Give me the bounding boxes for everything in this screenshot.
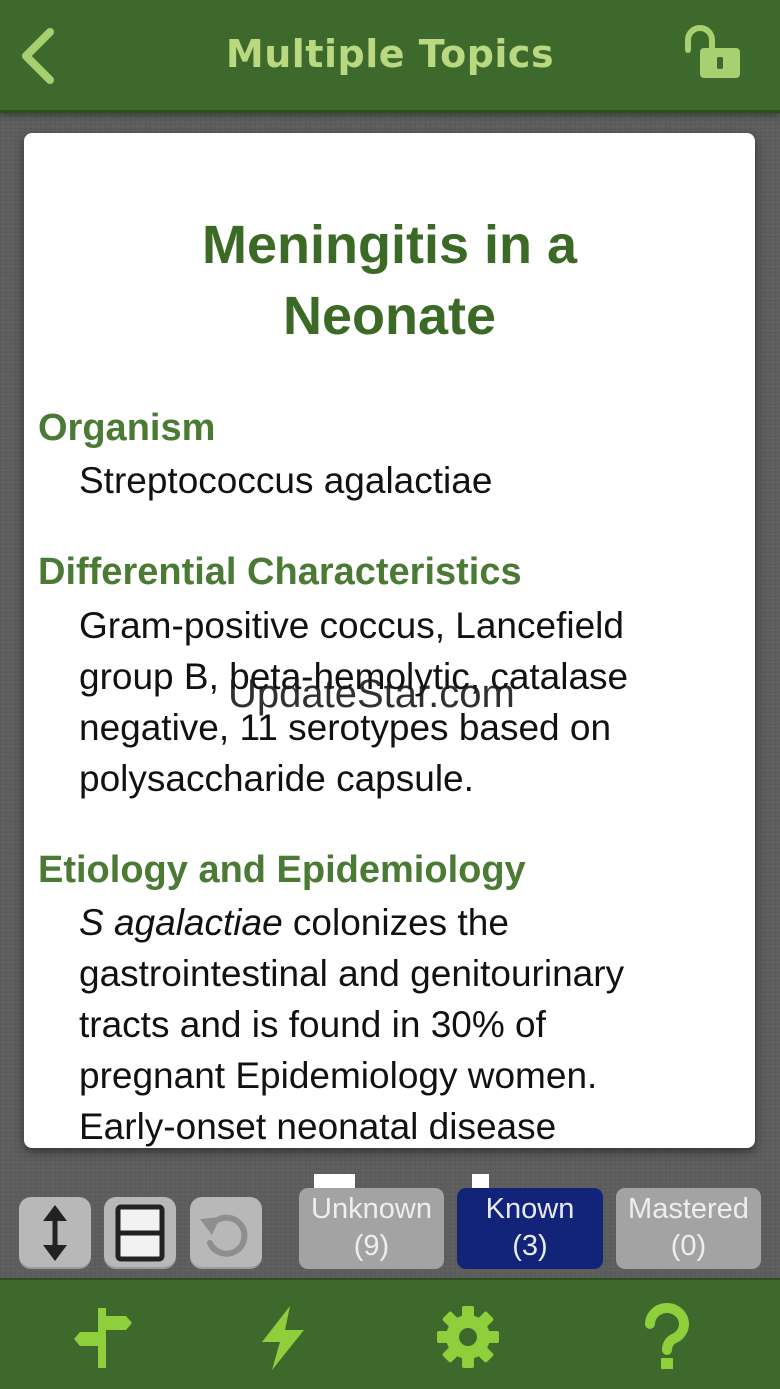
split-view-button[interactable] [104,1197,176,1269]
card-title-line1: Meningitis in a [201,215,578,275]
progress-marker [314,1174,355,1188]
nav-help-button[interactable] [632,1302,702,1372]
help-icon [645,1303,689,1369]
reset-button[interactable] [190,1197,262,1269]
filter-count: (9) [353,1230,390,1262]
lightning-icon [262,1306,304,1370]
reset-icon [200,1214,248,1257]
body-text: colonizes the [282,902,509,943]
section-heading-etiology: Etiology and Epidemiology [38,849,526,891]
gear-icon [437,1306,499,1368]
nav-topics-button[interactable] [68,1302,138,1372]
section-heading-organism: Organism [38,407,216,449]
body-line: Gram-positive coccus, Lancefield [79,605,624,646]
filter-mastered[interactable]: Mastered (0) [616,1188,761,1269]
body-line: S agalactiae colonizes the [79,897,739,948]
body-line: Early-onset neonatal disease [79,1106,557,1147]
top-bar: Multiple Topics [0,0,780,113]
card-title-line2: Neonate [282,286,497,346]
filter-label: Mastered [628,1193,749,1225]
filter-count: (3) [512,1230,548,1262]
signpost-icon [74,1308,132,1368]
filter-label: Unknown [311,1193,432,1225]
resize-button[interactable] [19,1197,91,1269]
body-line: pregnant Epidemiology women. [79,1055,598,1096]
lock-button[interactable] [678,24,746,84]
filter-unknown[interactable]: Unknown (9) [299,1188,444,1269]
body-line: tracts and is found in 30% of [79,1004,546,1045]
bottom-nav [0,1278,780,1389]
nav-quick-button[interactable] [248,1302,318,1372]
filter-label: Known [485,1193,575,1225]
body-line: gastrointestinal and genitourinary [79,953,625,994]
vertical-arrows-icon [43,1205,67,1261]
section-body-organism: Streptococcus agalactiae [79,455,739,506]
body-line: polysaccharide capsule. [79,758,474,799]
unlock-icon [685,25,740,78]
organism-italic: S agalactiae [79,902,283,943]
flash-card[interactable]: Meningitis in a Neonate Organism Strepto… [24,133,755,1148]
section-body-etiology: S agalactiae colonizes the gastrointesti… [79,897,739,1148]
body-line: Streptococcus agalactiae [79,460,493,501]
section-heading-differential: Differential Characteristics [38,551,522,593]
progress-marker [472,1174,489,1188]
filter-known[interactable]: Known (3) [457,1188,603,1269]
split-view-icon [115,1204,165,1262]
filter-count: (0) [670,1230,707,1262]
page-title: Multiple Topics [225,32,555,76]
nav-settings-button[interactable] [433,1302,503,1372]
card-title: Meningitis in a Neonate [24,210,755,352]
watermark: UpdateStar.com [228,672,515,716]
